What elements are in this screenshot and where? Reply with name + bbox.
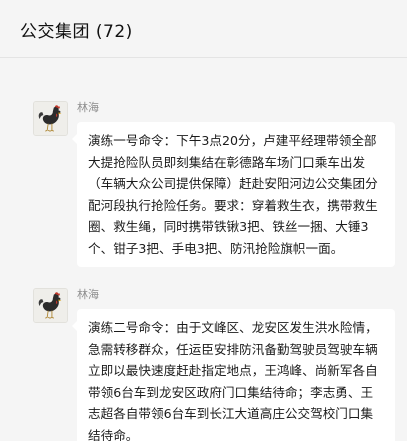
chat-title[interactable]: 公交集团 (72) <box>20 17 133 42</box>
message-bubble[interactable]: 演练一号命令：下午3点20分，卢建平经理带领全部大提抢险队员即刻集结在彰德路车场… <box>72 122 395 267</box>
message-bubble[interactable]: 演练二号命令：由于文峰区、龙安区发生洪水险情，急需转移群众，任运臣安排防汛备勤驾… <box>72 309 395 441</box>
chat-header: 公交集团 (72) <box>0 0 407 58</box>
sender-name: 林海 <box>77 288 99 301</box>
rooster-avatar-icon[interactable] <box>33 288 68 323</box>
sender-name: 林海 <box>77 101 99 114</box>
rooster-avatar-icon[interactable] <box>33 101 68 136</box>
